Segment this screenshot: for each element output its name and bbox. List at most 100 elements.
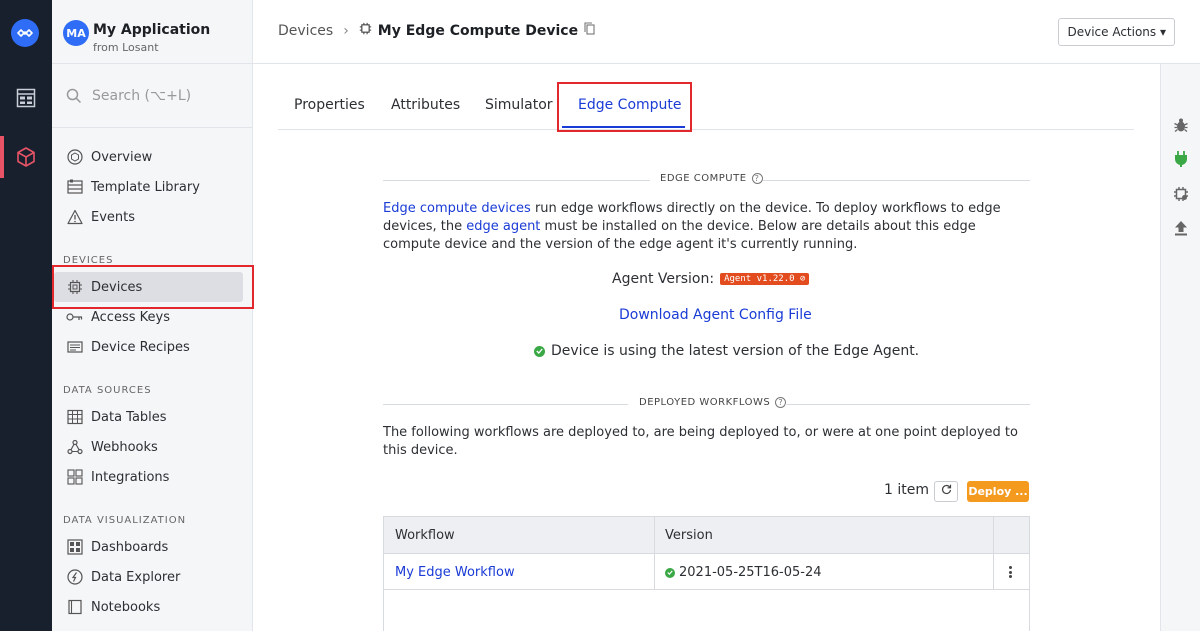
sidebar-item-data-tables[interactable]: Data Tables [54,402,243,432]
sidebar-item-webhooks[interactable]: Webhooks [54,432,243,462]
breadcrumb-separator: › [343,22,349,39]
help-icon[interactable]: ? [751,173,763,184]
search-box[interactable]: Search (⌥+L) [52,64,252,128]
recipe-icon [66,338,84,356]
sidebar-item-label: Notebooks [91,599,161,615]
section-label-data-sources: DATA SOURCES [63,385,152,396]
data-explorer-icon [66,568,84,586]
deployed-workflows-description: The following workflows are deployed to,… [383,425,1018,458]
section-title: EDGE COMPUTE [660,173,747,184]
rail-active-indicator [0,136,4,178]
sidebar-item-integrations[interactable]: Integrations [54,462,243,492]
item-count: 1 item [884,482,929,498]
search-placeholder: Search (⌥+L) [92,88,192,104]
sidebar-item-events[interactable]: Events [54,202,243,232]
deployed-workflows-section-header: DEPLOYED WORKFLOWS ? [383,397,1030,411]
agent-version-badge[interactable]: Agent v1.22.0 ⊘ [720,273,810,285]
top-bar: Devices › My Edge Compute Device Device … [253,0,1200,64]
section-label-data-visualization: DATA VISUALIZATION [63,515,187,526]
divider [383,404,628,405]
integrations-icon [66,468,84,486]
app-rail [0,0,52,631]
cube-circle-icon [66,148,84,166]
sidebar-item-data-explorer[interactable]: Data Explorer [54,562,243,592]
deploy-button[interactable]: Deploy ... [967,481,1029,502]
divider [763,180,1030,181]
workflow-link[interactable]: My Edge Workflow [395,565,515,580]
agent-status-text: Device is using the latest version of th… [551,343,920,359]
right-rail [1160,64,1200,631]
sidebar-item-notebooks[interactable]: Notebooks [54,592,243,622]
check-circle-icon [534,345,545,357]
section-title: DEPLOYED WORKFLOWS [639,397,771,408]
app-org: from Losant [93,41,159,54]
row-actions-menu-icon[interactable] [1005,564,1015,580]
dashboard-icon [66,538,84,556]
chip-settings-icon[interactable] [1172,185,1190,203]
sidebar-item-dashboards[interactable]: Dashboards [54,532,243,562]
dashboard-rail-icon[interactable] [14,86,38,110]
download-agent-config-link[interactable]: Download Agent Config File [619,307,812,323]
refresh-button[interactable] [934,481,958,502]
edge-compute-tab-highlight-box [557,82,692,132]
template-library-icon [66,178,84,196]
table-icon [66,408,84,426]
tab-properties[interactable]: Properties [294,97,365,113]
page-title: My Edge Compute Device [377,22,579,39]
tab-simulator[interactable]: Simulator [485,97,553,113]
application-switcher[interactable]: MA My Application from Losant [52,0,252,64]
tab-attributes[interactable]: Attributes [391,97,460,113]
application-cube-icon[interactable] [14,145,38,169]
breadcrumb-devices-link[interactable]: Devices [278,23,333,39]
notebook-icon [66,598,84,616]
sidebar-item-label: Template Library [91,179,200,195]
warning-icon [66,208,84,226]
version-cell: 2021-05-25T16-05-24 [665,565,822,580]
plug-icon[interactable] [1172,150,1190,168]
agent-version-label: Agent Version: [612,271,715,287]
sidebar: MA My Application from Losant Search (⌥+… [52,0,253,631]
copy-icon[interactable] [584,22,595,39]
edge-compute-devices-link[interactable]: Edge compute devices [383,201,531,216]
column-header-workflow[interactable]: Workflow [395,528,455,543]
table-row: My Edge Workflow 2021-05-25T16-05-24 [384,554,1029,590]
sidebar-item-template-library[interactable]: Template Library [54,172,243,202]
sidebar-item-label: Events [91,209,136,225]
edge-compute-section-header: EDGE COMPUTE ? [383,173,1030,187]
table-header: Workflow Version [384,517,1029,554]
agent-version-row: Agent Version: Agent v1.22.0 ⊘ [612,271,810,287]
edge-agent-link[interactable]: edge agent [466,219,540,234]
edge-compute-intro: Edge compute devices run edge workflows … [383,200,1033,254]
upload-icon[interactable] [1172,219,1190,237]
breadcrumb: Devices › My Edge Compute Device [278,22,595,39]
version-text: 2021-05-25T16-05-24 [679,565,822,580]
sidebar-item-label: Dashboards [91,539,169,555]
sidebar-item-label: Data Explorer [91,569,181,585]
sidebar-item-label: Device Recipes [91,339,190,355]
divider [785,404,1030,405]
refresh-icon [941,484,952,499]
sidebar-item-label: Webhooks [91,439,158,455]
sidebar-item-label: Access Keys [91,309,170,325]
losant-logo-icon[interactable] [11,19,39,47]
app-name: My Application [93,22,211,38]
tab-bar: Properties Attributes Simulator Edge Com… [278,64,1134,130]
divider [383,180,650,181]
device-actions-button[interactable]: Device Actions ▾ [1058,18,1175,46]
help-icon[interactable]: ? [775,397,787,408]
bug-icon[interactable] [1172,116,1190,134]
webhook-icon [66,438,84,456]
app-avatar: MA [63,20,89,46]
check-circle-icon [665,567,675,578]
sidebar-item-label: Data Tables [91,409,167,425]
deployed-workflows-table: Workflow Version My Edge Workflow 2021-0… [383,516,1030,631]
devices-highlight-box [52,265,254,309]
chip-icon [359,22,372,39]
sidebar-item-label: Integrations [91,469,170,485]
search-icon [66,88,82,108]
sidebar-item-label: Overview [91,149,153,165]
column-header-version[interactable]: Version [665,528,713,543]
sidebar-item-device-recipes[interactable]: Device Recipes [54,332,243,362]
agent-status: Device is using the latest version of th… [534,343,919,359]
sidebar-item-overview[interactable]: Overview [54,142,243,172]
